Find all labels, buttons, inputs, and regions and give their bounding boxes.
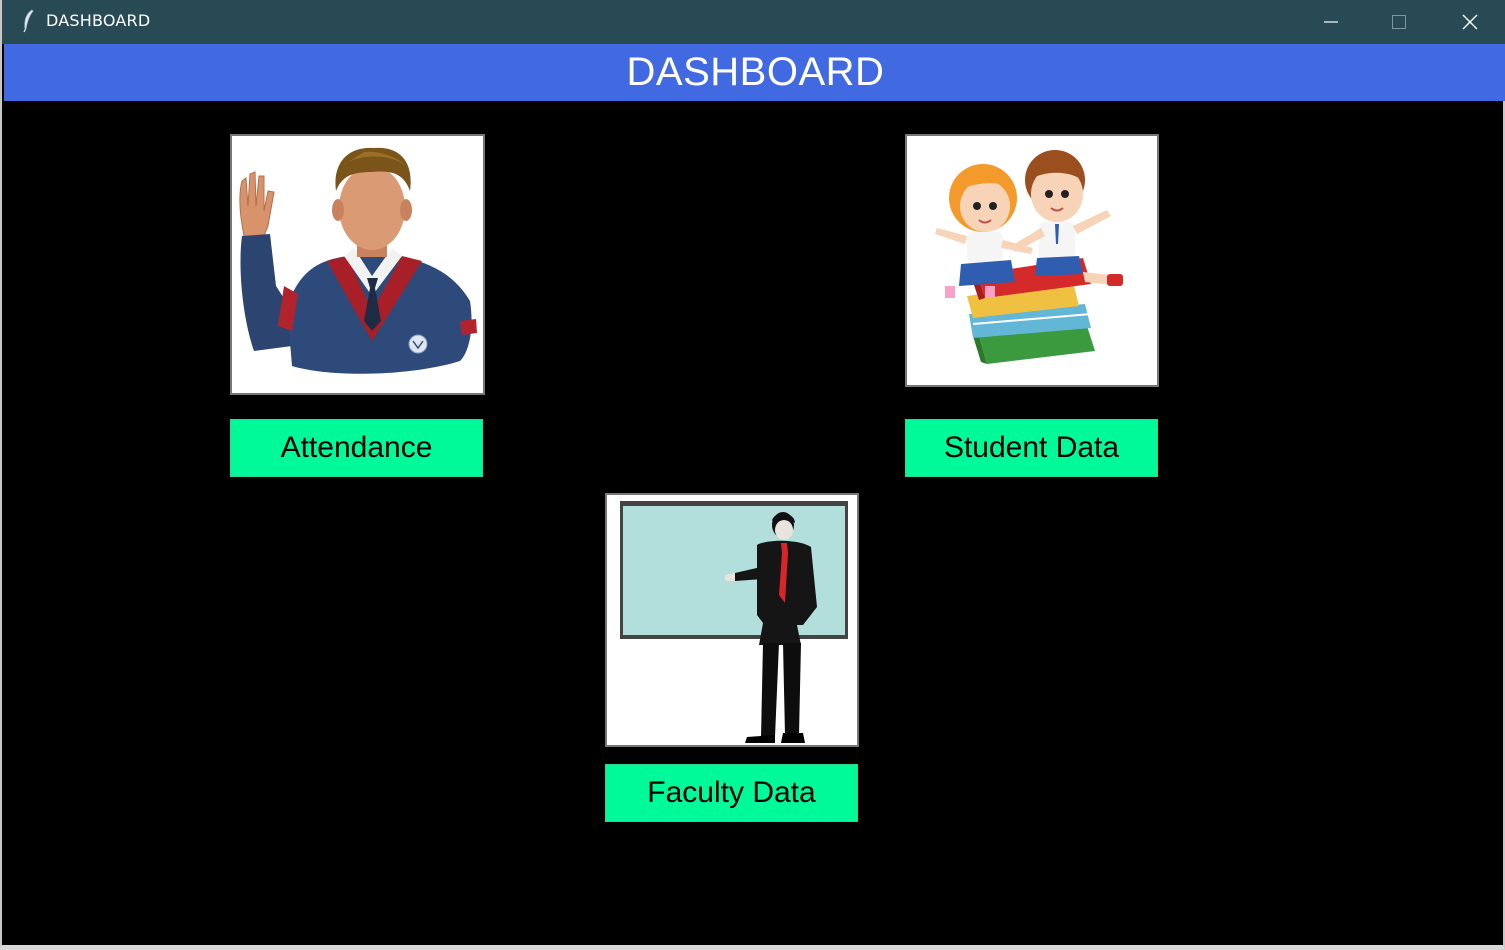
- attendance-button[interactable]: Attendance: [230, 419, 483, 477]
- app-window: DASHBOARD DASHBOARD Attendance Student D…: [0, 0, 1505, 950]
- minimize-icon: [1324, 21, 1338, 23]
- dashboard-header: DASHBOARD: [4, 44, 1505, 101]
- student-raising-hand-image: [230, 134, 485, 395]
- kids-illustration: [935, 150, 1123, 364]
- minimize-button[interactable]: [1297, 0, 1365, 44]
- teacher-at-whiteboard-image: [605, 493, 859, 747]
- page-title: DASHBOARD: [626, 50, 885, 94]
- kids-on-books-image: [905, 134, 1159, 387]
- title-bar[interactable]: DASHBOARD: [2, 0, 1505, 44]
- faculty-data-button[interactable]: Faculty Data: [605, 764, 858, 822]
- close-icon: [1462, 14, 1478, 30]
- close-button[interactable]: [1436, 0, 1504, 44]
- feather-icon: [23, 9, 34, 33]
- student-data-button[interactable]: Student Data: [905, 419, 1158, 477]
- window-title: DASHBOARD: [46, 11, 151, 30]
- teacher-illustration: [620, 501, 848, 743]
- student-illustration: [239, 147, 477, 374]
- maximize-button[interactable]: [1365, 0, 1433, 44]
- maximize-icon: [1392, 15, 1406, 29]
